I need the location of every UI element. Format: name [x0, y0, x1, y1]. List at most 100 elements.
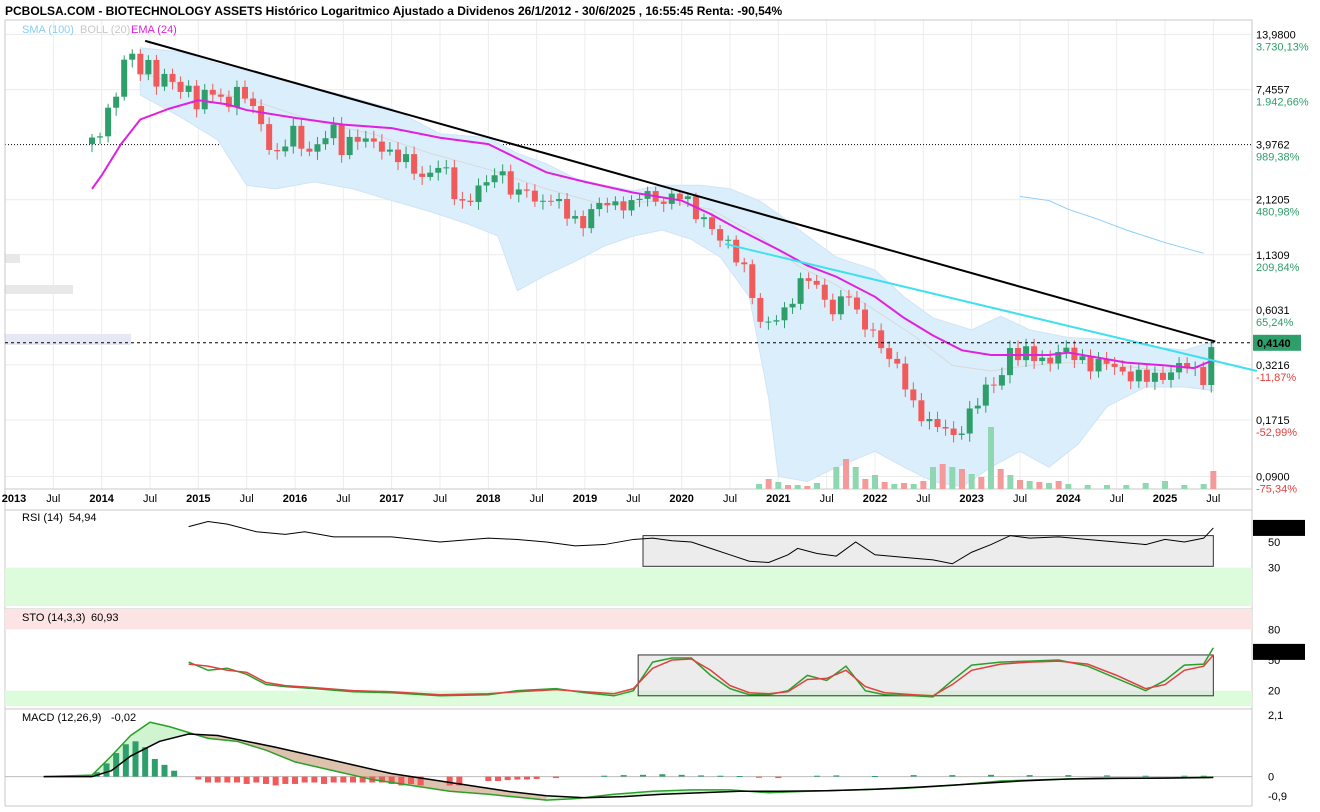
- macd-histogram-bar: [1200, 775, 1207, 777]
- candle-body: [789, 303, 796, 308]
- macd-histogram-bar: [814, 775, 820, 777]
- candle-body: [741, 262, 748, 265]
- volume-bar: [862, 479, 869, 489]
- volume-bar: [939, 464, 946, 489]
- volume-bar: [891, 484, 898, 489]
- candle-body: [950, 428, 957, 435]
- candle-body: [934, 418, 941, 427]
- price-level-label: 0,0900: [1256, 471, 1290, 483]
- volume-bar: [1123, 485, 1130, 489]
- candle-body: [193, 85, 200, 110]
- macd-histogram-bar: [1104, 775, 1110, 777]
- candle-body: [797, 278, 804, 304]
- x-tick-label: 2014: [89, 493, 114, 505]
- candle-body: [306, 148, 313, 152]
- candle-body: [580, 216, 587, 229]
- macd-label: MACD (12,26,9): [22, 712, 101, 724]
- volume-bar: [1210, 471, 1217, 489]
- macd-histogram-bar: [1142, 775, 1149, 777]
- volume-bar: [833, 467, 840, 489]
- candle-body: [394, 149, 401, 163]
- macd-histogram-bar: [205, 776, 211, 783]
- candle-body: [1095, 358, 1102, 372]
- macd-histogram-bar: [161, 764, 168, 777]
- x-tick-label: Jul: [1013, 493, 1027, 505]
- edge-bar: [5, 334, 131, 345]
- x-tick-label: Jul: [1110, 493, 1124, 505]
- trendline: [144, 39, 1216, 343]
- candle-body: [1119, 366, 1126, 372]
- macd-histogram-bar: [872, 776, 878, 778]
- rsi-level-label: 30: [1268, 563, 1280, 575]
- candle-body: [910, 389, 917, 401]
- macd-histogram-bar: [292, 776, 298, 784]
- volume-bar: [1017, 480, 1023, 489]
- candle-body: [878, 330, 885, 349]
- candle-body: [209, 89, 216, 95]
- macd-histogram-bar: [659, 774, 666, 777]
- chart-title: PCBOLSA.COM - BIOTECHNOLOGY ASSETS Histó…: [5, 4, 782, 18]
- candle-body: [749, 264, 756, 298]
- macd-histogram-bar: [514, 776, 521, 780]
- price-level-label: 0,1715: [1256, 415, 1290, 427]
- candle-body: [539, 200, 546, 202]
- volume-bar: [949, 467, 956, 489]
- macd-histogram-bar: [1065, 775, 1072, 777]
- candle-body: [1063, 347, 1070, 353]
- sto-level-label: 80: [1268, 624, 1280, 636]
- price-level-pct: 3.730,13%: [1256, 42, 1309, 54]
- candle-body: [765, 321, 772, 323]
- candle-body: [725, 239, 732, 241]
- current-price-label: 0,4140: [1257, 338, 1291, 350]
- x-tick-label: Jul: [820, 493, 834, 505]
- candle-body: [354, 136, 361, 142]
- candle-body: [531, 190, 538, 202]
- sto-label: STO (14,3,3): [22, 612, 85, 624]
- candle-body: [684, 196, 691, 200]
- candle-body: [121, 59, 128, 97]
- x-tick-label: Jul: [433, 493, 447, 505]
- macd-histogram-bar: [1026, 775, 1033, 777]
- candle-body: [894, 358, 901, 364]
- macd-histogram-bar: [524, 776, 530, 780]
- macd-histogram-bar: [253, 776, 260, 783]
- x-tick-label: Jul: [530, 493, 544, 505]
- candle-body: [105, 107, 112, 137]
- price-level-pct: 480,98%: [1256, 207, 1300, 219]
- x-tick-label: 2013: [2, 493, 26, 505]
- candle-body: [805, 278, 812, 281]
- volume-bar: [910, 484, 917, 489]
- candle-body: [338, 124, 345, 156]
- candle-body: [982, 384, 989, 406]
- x-tick-label: 2016: [283, 493, 307, 505]
- macd-level-label: -0,9: [1268, 791, 1287, 803]
- volume-bar: [1055, 481, 1062, 489]
- macd-histogram-bar: [736, 776, 743, 778]
- candle-body: [990, 384, 997, 386]
- volume-bar: [843, 459, 849, 489]
- rsi-label: RSI (14): [22, 512, 63, 524]
- macd-histogram-bar: [640, 774, 646, 777]
- volume-bar: [959, 469, 965, 489]
- volume-bar: [930, 467, 936, 489]
- volume-bar: [1007, 475, 1014, 489]
- candle-body: [837, 296, 844, 315]
- indicator-panels: [5, 521, 1252, 801]
- price-level-label: 3,9762: [1256, 140, 1290, 152]
- macd-histogram-bar: [678, 774, 685, 777]
- candle-body: [491, 175, 498, 183]
- candle-body: [411, 154, 418, 174]
- candle-body: [266, 124, 273, 150]
- candle-body: [137, 53, 144, 75]
- volume-bar: [1084, 485, 1091, 489]
- candle-body: [322, 138, 329, 145]
- legend-sma: SMA (100): [22, 24, 74, 36]
- candle-body: [781, 307, 788, 321]
- price-level-pct: 209,84%: [1256, 262, 1300, 274]
- candle-body: [1200, 367, 1207, 385]
- price-level-label: 7,4557: [1256, 85, 1290, 97]
- macd-histogram-bar: [504, 776, 511, 781]
- volume-bar: [988, 427, 994, 489]
- sto-value: 60,93: [91, 612, 119, 624]
- candle-body: [604, 202, 611, 206]
